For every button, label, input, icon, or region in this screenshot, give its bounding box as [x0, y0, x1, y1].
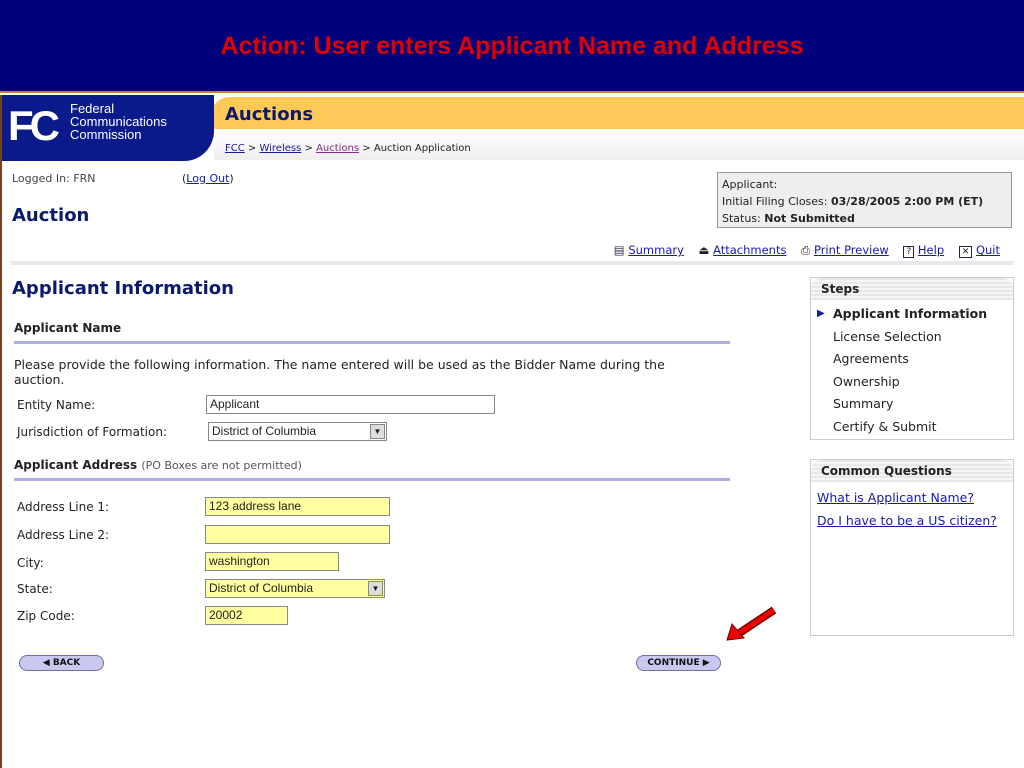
question-link[interactable]: Do I have to be a US citizen?	[811, 511, 1013, 530]
heading-text: Applicant Address	[14, 458, 138, 472]
quit-icon: ✕	[958, 246, 973, 258]
logo-line: Commission	[70, 127, 142, 142]
print-icon: ⎙	[801, 243, 811, 257]
breadcrumb-fcc[interactable]: FCC	[225, 143, 245, 154]
breadcrumb-auctions[interactable]: Auctions	[316, 143, 359, 154]
step-ownership[interactable]: Ownership	[811, 371, 1013, 394]
breadcrumb-sep: >	[301, 143, 317, 154]
attachments-label[interactable]: Attachments	[713, 243, 786, 257]
print-preview-link[interactable]: ⎙ Print Preview	[801, 243, 889, 257]
app-title: Auctions	[225, 104, 314, 125]
summary-label[interactable]: Summary	[628, 243, 684, 257]
state-value: District of Columbia	[209, 581, 314, 595]
quit-label[interactable]: Quit	[976, 243, 1000, 257]
fcc-logo-text: Federal Communications Commission	[70, 102, 167, 141]
jurisdiction-select[interactable]: District of Columbia ▼	[208, 422, 387, 441]
step-applicant-information[interactable]: ▶ Applicant Information	[811, 303, 1013, 326]
intro-text: Please provide the following information…	[14, 357, 665, 387]
chevron-down-icon: ▼	[370, 424, 385, 439]
jurisdiction-value: District of Columbia	[212, 424, 317, 438]
help-link[interactable]: ? Help	[903, 243, 944, 258]
help-icon: ?	[903, 246, 915, 258]
step-license-selection[interactable]: License Selection	[811, 326, 1013, 349]
chevron-down-icon: ▼	[368, 581, 383, 596]
step-summary[interactable]: Summary	[811, 393, 1013, 416]
breadcrumb-current: Auction Application	[373, 143, 471, 154]
attachments-icon: ⏏	[698, 243, 710, 257]
header-bar	[210, 97, 1024, 129]
city-label: City:	[17, 556, 44, 570]
heading-text: Applicant Name	[14, 321, 122, 335]
divider	[10, 261, 1014, 265]
step-label: Applicant Information	[833, 306, 988, 321]
logged-in-text: Logged In: FRN	[12, 172, 96, 185]
address-line2-input[interactable]	[205, 525, 390, 544]
common-questions-panel: Common Questions What is Applicant Name?…	[810, 459, 1014, 636]
summary-link[interactable]: ▤ Summary	[614, 243, 684, 257]
logout-link[interactable]: Log Out	[186, 172, 229, 185]
toolbar: ▤ Summary ⏏ Attachments ⎙ Print Preview …	[614, 243, 1000, 258]
address-line2-label: Address Line 2:	[17, 528, 110, 542]
breadcrumb-sep: >	[244, 143, 260, 154]
state-select[interactable]: District of Columbia ▼	[205, 579, 385, 598]
jurisdiction-label: Jurisdiction of Formation:	[17, 425, 168, 439]
status-value: Not Submitted	[764, 212, 855, 225]
status-box: Applicant: Initial Filing Closes: 03/28/…	[717, 172, 1012, 228]
print-preview-label[interactable]: Print Preview	[814, 243, 889, 257]
step-certify-submit[interactable]: Certify & Submit	[811, 416, 1013, 439]
step-agreements[interactable]: Agreements	[811, 348, 1013, 371]
current-step-arrow-icon: ▶	[817, 308, 825, 319]
fcc-logo-mark: FC	[8, 102, 60, 149]
steps-panel: Steps ▶ Applicant Information License Sel…	[810, 277, 1014, 440]
slide-title: Action: User enters Applicant Name and A…	[220, 32, 804, 60]
heading-note: (PO Boxes are not permitted)	[141, 459, 302, 472]
closes-label: Initial Filing Closes:	[722, 195, 831, 208]
attachments-link[interactable]: ⏏ Attachments	[699, 243, 787, 257]
logout-wrap: (Log Out)	[182, 172, 234, 185]
breadcrumb-wireless[interactable]: Wireless	[259, 143, 301, 154]
quit-link[interactable]: ✕ Quit	[958, 243, 1000, 258]
applicant-address-heading: Applicant Address (PO Boxes are not perm…	[14, 458, 730, 481]
entity-name-label: Entity Name:	[17, 398, 96, 412]
red-arrow-annotation	[726, 606, 777, 641]
zip-input[interactable]: 20002	[205, 606, 288, 625]
back-button[interactable]: ◀ BACK	[19, 655, 104, 671]
address-line1-input[interactable]: 123 address lane	[205, 497, 390, 516]
question-link[interactable]: What is Applicant Name?	[811, 488, 1013, 507]
summary-icon: ▤	[613, 243, 625, 257]
applicant-name-heading: Applicant Name	[14, 321, 730, 344]
breadcrumb: FCC > Wireless > Auctions > Auction Appl…	[225, 143, 471, 154]
help-label[interactable]: Help	[918, 243, 944, 257]
address-line1-label: Address Line 1:	[17, 500, 110, 514]
page-title: Auction	[12, 205, 90, 226]
steps-heading: Steps	[811, 278, 1013, 300]
closes-value: 03/28/2005 2:00 PM (ET)	[830, 195, 984, 208]
common-questions-heading: Common Questions	[811, 460, 1013, 482]
state-label: State:	[17, 582, 53, 596]
entity-name-input[interactable]: Applicant	[206, 395, 495, 414]
zip-label: Zip Code:	[17, 609, 75, 623]
breadcrumb-sep: >	[359, 143, 374, 154]
applicant-label: Applicant:	[722, 178, 778, 191]
section-title: Applicant Information	[12, 278, 234, 299]
city-input[interactable]: washington	[205, 552, 339, 571]
continue-button[interactable]: CONTINUE ▶	[636, 655, 721, 671]
status-label: Status:	[722, 212, 765, 225]
